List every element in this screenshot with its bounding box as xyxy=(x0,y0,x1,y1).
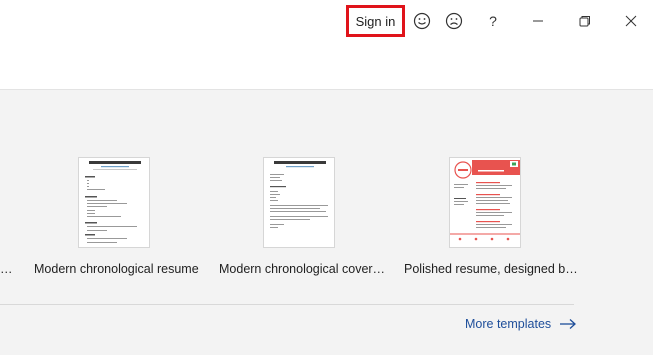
template-thumbnail-cover-letter[interactable] xyxy=(263,157,335,248)
divider xyxy=(0,304,574,305)
title-bar: Sign in ? xyxy=(0,0,653,44)
template-thumbnail-polished-resume[interactable] xyxy=(449,157,521,248)
minimize-icon[interactable] xyxy=(526,10,550,32)
restore-icon[interactable] xyxy=(573,10,597,32)
more-templates-label[interactable]: More templates xyxy=(465,317,551,331)
sign-in-button[interactable]: Sign in xyxy=(346,5,405,37)
smile-icon[interactable] xyxy=(410,10,434,32)
template-caption-cut[interactable]: … xyxy=(0,262,13,276)
template-caption[interactable]: Polished resume, designed b… xyxy=(404,262,578,276)
arrow-right-icon xyxy=(560,319,577,329)
template-caption[interactable]: Modern chronological cover… xyxy=(219,262,385,276)
template-caption[interactable]: Modern chronological resume xyxy=(34,262,199,276)
template-gallery: … Modern chronological resume Modern chr… xyxy=(0,89,653,355)
frown-icon[interactable] xyxy=(442,10,466,32)
close-icon[interactable] xyxy=(619,10,643,32)
more-templates-link[interactable]: More templates xyxy=(465,317,577,331)
template-thumbnail-resume[interactable] xyxy=(78,157,150,248)
help-icon[interactable]: ? xyxy=(481,10,505,32)
